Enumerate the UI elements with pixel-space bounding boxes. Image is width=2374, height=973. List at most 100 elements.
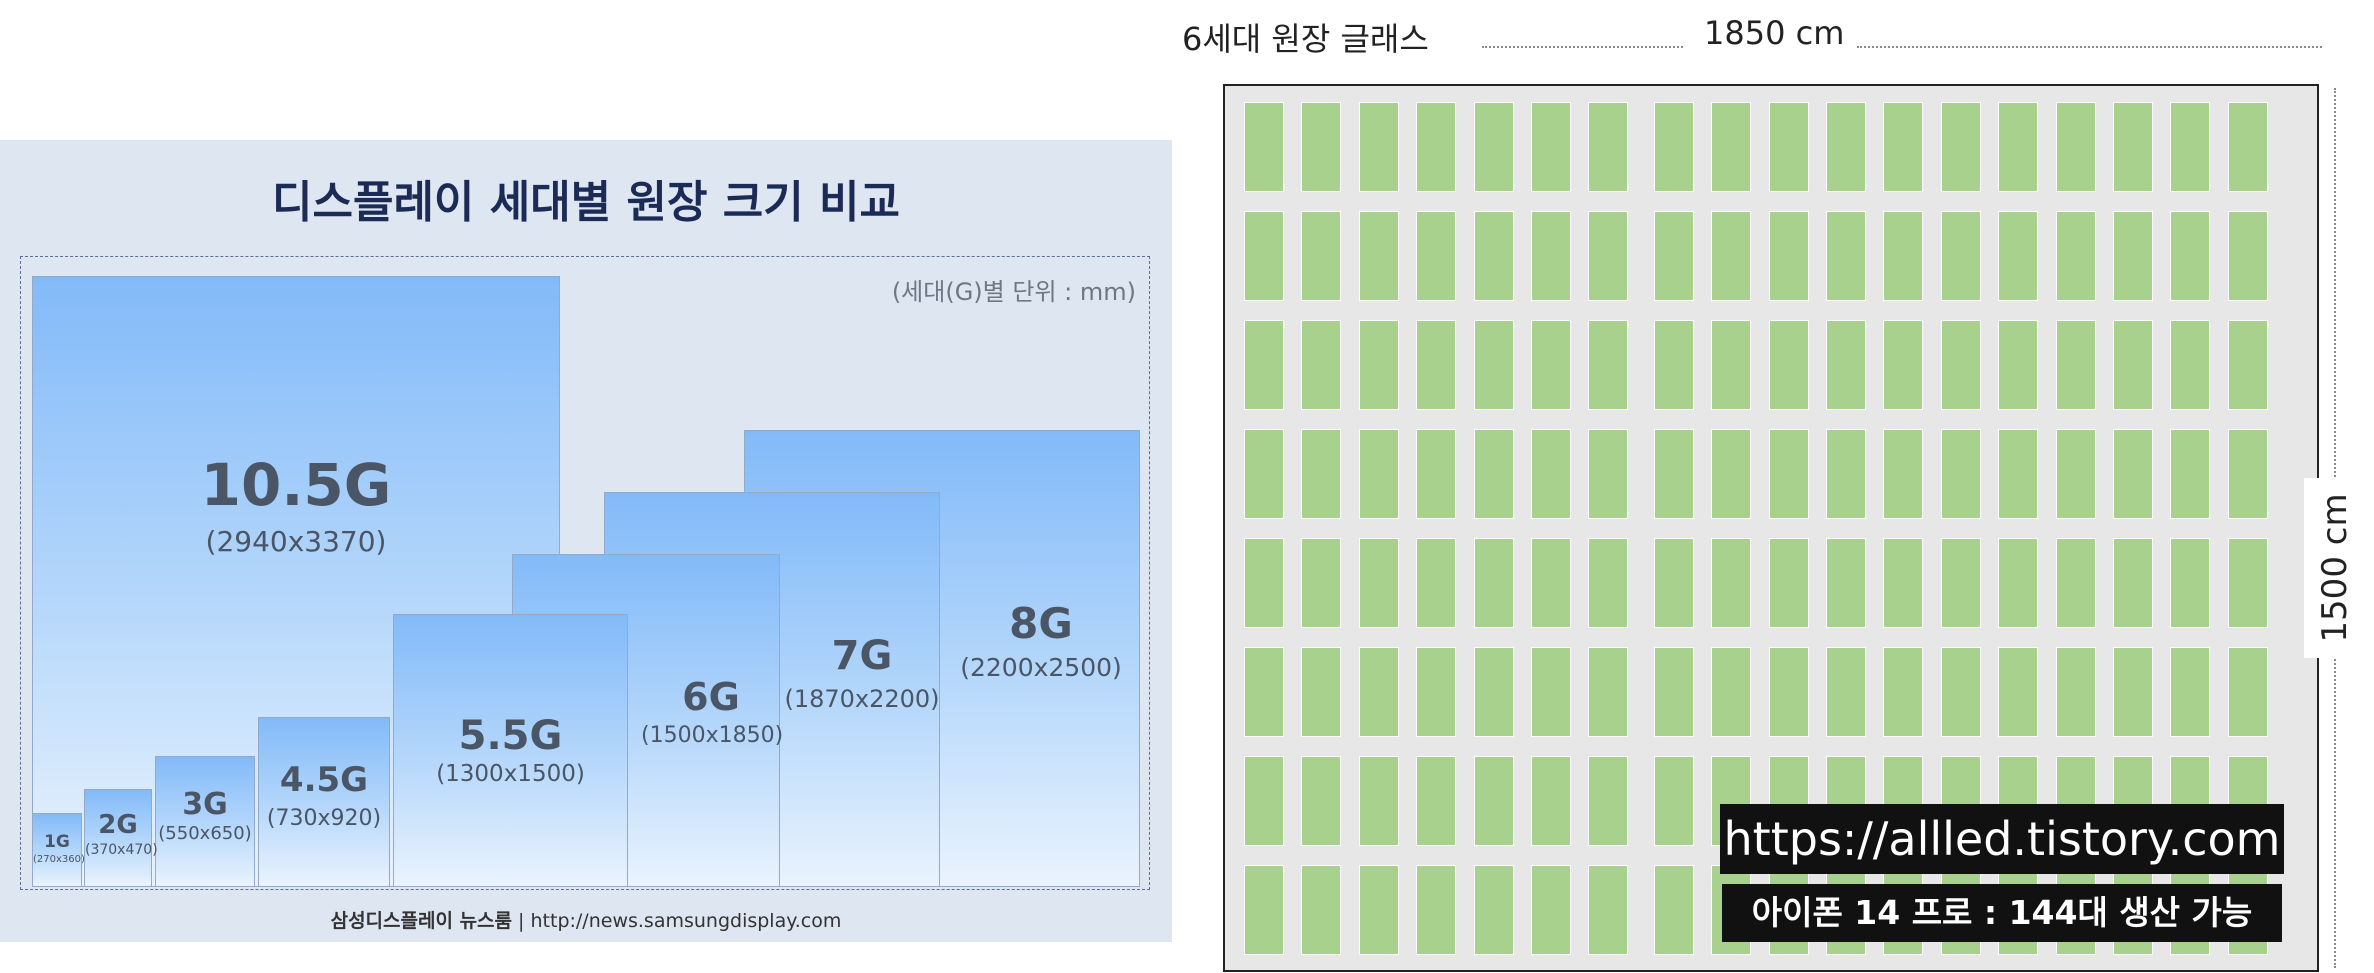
phone-cell: [1301, 102, 1341, 192]
phone-cell: [1826, 538, 1866, 628]
gen-box-1g: 1G (270x360): [32, 813, 85, 887]
phone-cell: [1416, 538, 1456, 628]
phone-cell: [1416, 320, 1456, 410]
phone-cell: [2056, 538, 2096, 628]
phone-cell: [1474, 756, 1514, 846]
gen-name: 3G: [182, 787, 228, 822]
phone-cell: [1531, 647, 1571, 737]
gen-box-5-5g: 5.5G (1300x1500): [393, 614, 628, 887]
phone-cell: [1474, 102, 1514, 192]
phone-cell: [1998, 320, 2038, 410]
gen-box-2g: 2G (370x470): [84, 789, 158, 887]
phone-cell: [1301, 647, 1341, 737]
phone-cell: [1769, 647, 1809, 737]
phone-cell: [1531, 102, 1571, 192]
phone-cell: [1654, 756, 1694, 846]
glass-height-label: 1500 cm: [2315, 493, 2355, 643]
phone-cell: [1588, 756, 1628, 846]
glass-height-label-box: 1500 cm: [2304, 478, 2366, 658]
gen-size: (2200x2500): [960, 653, 1122, 682]
phone-cell: [2170, 102, 2210, 192]
phone-cell: [1711, 211, 1751, 301]
phone-cell: [1654, 865, 1694, 955]
phone-cell: [1941, 211, 1981, 301]
phone-cell: [1826, 429, 1866, 519]
gen-name: 4.5G: [279, 760, 369, 800]
phone-cell: [2228, 102, 2268, 192]
phone-cell: [2056, 102, 2096, 192]
gen-size: (2940x3370): [205, 525, 387, 558]
phone-cell: [1588, 538, 1628, 628]
glass-title: 6세대 원장 글래스: [1182, 20, 1429, 58]
phone-cell: [1883, 647, 1923, 737]
glass-title-row: 6세대 원장 글래스 1850 cm: [1182, 14, 2322, 58]
phone-cell: [1588, 429, 1628, 519]
phone-cell: [1711, 647, 1751, 737]
phone-cell: [1359, 756, 1399, 846]
gen-name: 2G: [98, 810, 138, 840]
phone-cell: [1531, 429, 1571, 519]
phone-cell: [1826, 102, 1866, 192]
phone-cell: [1711, 320, 1751, 410]
phone-cell: [2056, 429, 2096, 519]
phone-cell: [1359, 538, 1399, 628]
phone-cell: [1359, 211, 1399, 301]
phone-cell: [1654, 211, 1694, 301]
phone-cell: [2056, 320, 2096, 410]
phone-cell: [1531, 756, 1571, 846]
phone-cell: [1474, 865, 1514, 955]
phone-cell: [1244, 320, 1284, 410]
phone-cell: [2170, 538, 2210, 628]
phone-cell: [1883, 211, 1923, 301]
phone-cell: [1998, 102, 2038, 192]
phone-cell: [1941, 102, 1981, 192]
gen-size: (1500x1850): [641, 723, 784, 748]
phone-cell: [1416, 756, 1456, 846]
phone-cell: [1654, 429, 1694, 519]
gen-name: 5.5G: [458, 713, 563, 759]
phone-cell: [2056, 211, 2096, 301]
phone-cell: [2228, 320, 2268, 410]
phone-cell: [2228, 429, 2268, 519]
phone-cell: [2113, 211, 2153, 301]
phone-cell: [2228, 647, 2268, 737]
phone-cell: [1474, 538, 1514, 628]
phone-cell: [1654, 647, 1694, 737]
phone-cell: [1883, 102, 1923, 192]
phone-cell: [1416, 429, 1456, 519]
phone-cell: [1244, 538, 1284, 628]
phone-cell: [2170, 320, 2210, 410]
gen-size: (550x650): [158, 823, 252, 844]
phone-cell: [1301, 211, 1341, 301]
phone-cell: [2113, 102, 2153, 192]
phone-cell: [1301, 429, 1341, 519]
phone-cell: [2170, 429, 2210, 519]
phone-cell: [1531, 865, 1571, 955]
phone-cell: [1826, 647, 1866, 737]
phone-cell: [1359, 429, 1399, 519]
phone-cell: [1883, 320, 1923, 410]
phone-cell: [1588, 102, 1628, 192]
gen-size: (270x360): [33, 854, 85, 865]
phone-cell: [1941, 320, 1981, 410]
phone-cell: [1416, 102, 1456, 192]
comparison-title: 디스플레이 세대별 원장 크기 비교: [272, 177, 900, 228]
phone-cell: [2170, 647, 2210, 737]
phone-cell: [1826, 320, 1866, 410]
phone-cell: [1941, 647, 1981, 737]
phone-cell: [1474, 647, 1514, 737]
phone-cell: [1359, 647, 1399, 737]
phone-cell: [1883, 429, 1923, 519]
capacity-caption: 아이폰 14 프로 : 144대 생산 가능: [1722, 884, 2282, 942]
gen-name: 1G: [44, 832, 70, 852]
phone-cell: [2056, 647, 2096, 737]
glass-width-label: 1850 cm: [1684, 14, 1865, 52]
gen-name: 8G: [1009, 599, 1073, 648]
phone-cell: [1711, 102, 1751, 192]
phone-cell: [2113, 647, 2153, 737]
phone-cell: [1654, 102, 1694, 192]
footer-separator: |: [512, 910, 531, 932]
phone-cell: [1883, 538, 1923, 628]
phone-cell: [1769, 538, 1809, 628]
gen-box-3g: 3G (550x650): [155, 756, 255, 887]
